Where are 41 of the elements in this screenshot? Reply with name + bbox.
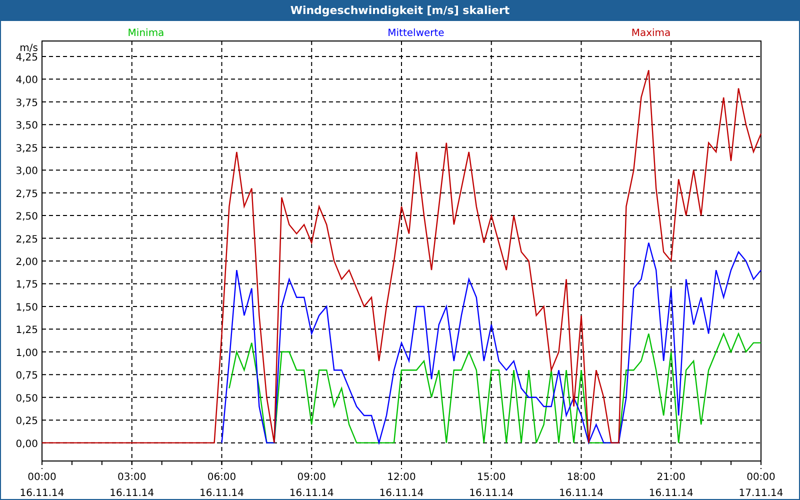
x-tick-date: 16.11.14 [558, 488, 604, 499]
window-title: Windgeschwindigkeit [m/s] skaliert [1, 1, 799, 21]
x-tick-time: 21:00 [656, 472, 686, 483]
y-tick-label: 3,25 [16, 143, 38, 154]
y-tick-label: 0,25 [16, 416, 38, 428]
y-tick-label: 1,75 [16, 280, 38, 291]
x-tick-date: 16.11.14 [289, 488, 334, 499]
y-tick-label: 1,00 [16, 348, 38, 359]
y-tick-label: 1,25 [16, 325, 38, 336]
x-tick-date: 16.11.14 [379, 488, 424, 499]
x-tick-time: 15:00 [476, 472, 506, 483]
y-tick-label: 0,75 [16, 370, 38, 382]
y-tick-label: 2,00 [16, 257, 38, 268]
x-tick-time: 03:00 [117, 472, 146, 483]
x-tick-date: 16.11.14 [20, 488, 64, 499]
y-tick-label: 4,25 [16, 52, 38, 64]
y-tick-label: 2,25 [16, 234, 38, 246]
x-tick-time: 09:00 [297, 472, 326, 483]
y-tick-label: 0,00 [16, 438, 38, 450]
x-tick-date: 16.11.14 [469, 488, 514, 499]
y-tick-label: 2,50 [16, 212, 38, 223]
legend-label: Minima [128, 28, 164, 39]
y-tick-label: 3,00 [16, 166, 38, 178]
legend-label: Mittelwerte [388, 28, 444, 39]
y-tick-label: 4,00 [16, 75, 38, 86]
x-tick-date: 17.11.14 [738, 488, 784, 499]
x-tick-date: 16.11.14 [648, 488, 694, 499]
x-tick-date: 16.11.14 [199, 488, 244, 499]
y-tick-label: 3,50 [16, 120, 38, 132]
x-tick-date: 16.11.14 [110, 488, 154, 499]
y-tick-label: 3,75 [16, 98, 38, 109]
x-tick-time: 18:00 [566, 472, 596, 483]
y-axis-unit: m/s [20, 43, 38, 54]
y-tick-label: 2,75 [16, 188, 38, 200]
x-tick-time: 06:00 [207, 472, 236, 483]
legend-label: Maxima [631, 28, 671, 39]
x-tick-time: 00:00 [746, 472, 776, 483]
x-tick-time: 00:00 [28, 472, 56, 483]
x-tick-time: 12:00 [387, 472, 416, 483]
y-tick-label: 1,50 [16, 302, 38, 314]
y-tick-label: 0,50 [16, 393, 38, 404]
